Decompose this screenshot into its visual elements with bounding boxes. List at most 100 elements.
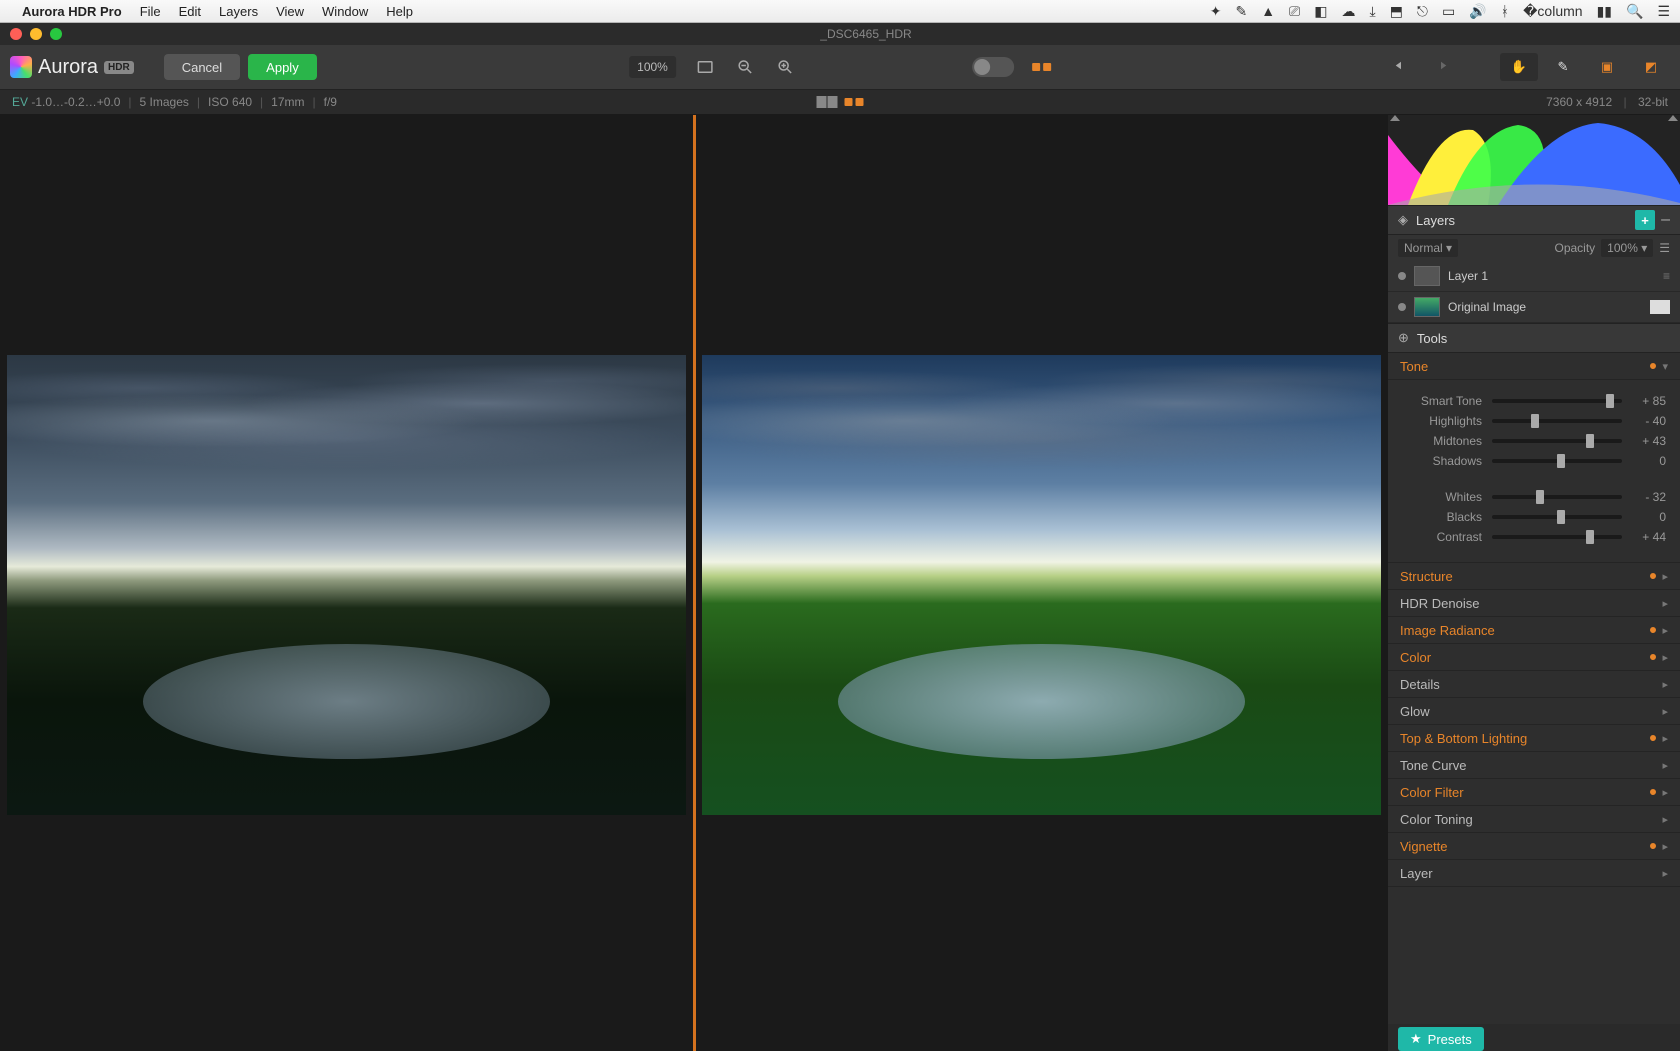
layer-visibility-icon[interactable]: [1398, 272, 1406, 280]
menu-app[interactable]: Aurora HDR Pro: [22, 4, 122, 19]
layers-title: Layers: [1416, 213, 1455, 228]
battery-icon[interactable]: ▮▮: [1597, 3, 1612, 20]
menu-file[interactable]: File: [140, 4, 161, 19]
wifi-icon[interactable]: �column: [1523, 3, 1583, 20]
after-image: [702, 355, 1381, 815]
layer-visibility-icon[interactable]: [1398, 303, 1406, 311]
menu-layers[interactable]: Layers: [219, 4, 258, 19]
undo-icon[interactable]: [1390, 56, 1412, 78]
section-label: Top & Bottom Lighting: [1400, 731, 1527, 746]
slider-value: + 44: [1630, 530, 1666, 544]
slider-label: Highlights: [1402, 414, 1482, 428]
preview-toggle[interactable]: [972, 57, 1014, 77]
zoom-level[interactable]: 100%: [629, 56, 676, 78]
section-structure[interactable]: Structure ▸: [1388, 563, 1680, 590]
slider-blacks[interactable]: Blacks0: [1402, 510, 1666, 524]
section-layer[interactable]: Layer▸: [1388, 860, 1680, 887]
menu-window[interactable]: Window: [322, 4, 368, 19]
menu-help[interactable]: Help: [386, 4, 413, 19]
bluetooth-icon[interactable]: ᚼ: [1501, 3, 1509, 19]
slider-track[interactable]: [1492, 439, 1622, 443]
add-layer-button[interactable]: +: [1635, 210, 1655, 230]
layer-options-icon[interactable]: ≡: [1663, 269, 1670, 283]
layers-header[interactable]: ◈ Layers + –: [1388, 205, 1680, 235]
zoom-window-button[interactable]: [50, 28, 62, 40]
layer-row[interactable]: Original Image: [1388, 292, 1680, 323]
dropbox-icon[interactable]: ⬒: [1390, 3, 1403, 20]
slider-track[interactable]: [1492, 399, 1622, 403]
crop-tool-button[interactable]: ◩: [1632, 53, 1670, 81]
slider-smart-tone[interactable]: Smart Tone+ 85: [1402, 394, 1666, 408]
opacity-label: Opacity: [1554, 241, 1595, 255]
histogram[interactable]: [1388, 115, 1680, 205]
display-icon[interactable]: ▭: [1442, 3, 1455, 20]
compare-mode-button[interactable]: [1032, 63, 1051, 71]
section-label: Glow: [1400, 704, 1430, 719]
status-icon[interactable]: ✎: [1235, 3, 1247, 20]
status-icon[interactable]: ⎋: [1417, 3, 1428, 20]
section-color-filter[interactable]: Color Filter ▸: [1388, 779, 1680, 806]
apply-button[interactable]: Apply: [248, 54, 317, 80]
presets-button[interactable]: ★ Presets: [1398, 1027, 1484, 1051]
volume-icon[interactable]: 🔊: [1469, 3, 1486, 20]
close-window-button[interactable]: [10, 28, 22, 40]
brush-tool-button[interactable]: ✎: [1544, 53, 1582, 81]
redo-icon[interactable]: [1430, 56, 1452, 78]
zoom-out-icon[interactable]: [734, 56, 756, 78]
layer-thumb: [1414, 266, 1440, 286]
status-icon[interactable]: ▲: [1261, 3, 1275, 19]
section-vignette[interactable]: Vignette ▸: [1388, 833, 1680, 860]
slider-track[interactable]: [1492, 535, 1622, 539]
section-label: Image Radiance: [1400, 623, 1495, 638]
tools-header[interactable]: ⊕ Tools: [1388, 323, 1680, 353]
menu-icon[interactable]: ☰: [1657, 3, 1670, 20]
menu-edit[interactable]: Edit: [179, 4, 201, 19]
slider-contrast[interactable]: Contrast+ 44: [1402, 530, 1666, 544]
remove-layer-button[interactable]: –: [1661, 211, 1670, 229]
blend-mode-select[interactable]: Normal ▾: [1398, 239, 1458, 257]
slider-track[interactable]: [1492, 515, 1622, 519]
spotlight-icon[interactable]: 🔍: [1626, 3, 1643, 20]
toolbar-right: ✋ ✎ ▣ ◩: [1390, 53, 1670, 81]
slider-track[interactable]: [1492, 459, 1622, 463]
section-color[interactable]: Color ▸: [1388, 644, 1680, 671]
layer-row[interactable]: Layer 1 ≡: [1388, 261, 1680, 292]
section-color-toning[interactable]: Color Toning▸: [1388, 806, 1680, 833]
minimize-window-button[interactable]: [30, 28, 42, 40]
slider-track[interactable]: [1492, 419, 1622, 423]
status-icon[interactable]: ⎚: [1289, 3, 1300, 20]
section-image-radiance[interactable]: Image Radiance ▸: [1388, 617, 1680, 644]
status-icon[interactable]: ✦: [1210, 3, 1222, 20]
slider-midtones[interactable]: Midtones+ 43: [1402, 434, 1666, 448]
slider-shadows[interactable]: Shadows0: [1402, 454, 1666, 468]
app-logo: Aurora HDR: [10, 56, 134, 79]
section-hdr-denoise[interactable]: HDR Denoise▸: [1388, 590, 1680, 617]
layer-mask-icon[interactable]: [1650, 300, 1670, 314]
section-top-bottom-lighting[interactable]: Top & Bottom Lighting ▸: [1388, 725, 1680, 752]
opacity-value[interactable]: 100% ▾: [1601, 239, 1653, 257]
slider-track[interactable]: [1492, 495, 1622, 499]
slider-highlights[interactable]: Highlights- 40: [1402, 414, 1666, 428]
slider-value: + 85: [1630, 394, 1666, 408]
section-tone-curve[interactable]: Tone Curve▸: [1388, 752, 1680, 779]
hand-tool-button[interactable]: ✋: [1500, 53, 1538, 81]
section-glow[interactable]: Glow▸: [1388, 698, 1680, 725]
menu-view[interactable]: View: [276, 4, 304, 19]
image-count: 5 Images: [140, 95, 189, 109]
focal-length: 17mm: [271, 95, 304, 109]
slider-label: Shadows: [1402, 454, 1482, 468]
section-details[interactable]: Details▸: [1388, 671, 1680, 698]
gradient-tool-button[interactable]: ▣: [1588, 53, 1626, 81]
tone-section-header[interactable]: Tone ▾: [1388, 353, 1680, 380]
status-icon[interactable]: ◧: [1314, 3, 1327, 20]
slider-whites[interactable]: Whites- 32: [1402, 490, 1666, 504]
cancel-button[interactable]: Cancel: [164, 54, 240, 80]
status-icon[interactable]: ⤓: [1369, 3, 1375, 20]
zoom-in-icon[interactable]: [774, 56, 796, 78]
canvas-area[interactable]: [0, 115, 1388, 1051]
slider-label: Whites: [1402, 490, 1482, 504]
view-mode-indicator[interactable]: [817, 96, 864, 108]
status-icon[interactable]: ☁: [1341, 3, 1355, 20]
fit-screen-icon[interactable]: [694, 56, 716, 78]
layer-menu-icon[interactable]: ☰: [1659, 241, 1670, 255]
